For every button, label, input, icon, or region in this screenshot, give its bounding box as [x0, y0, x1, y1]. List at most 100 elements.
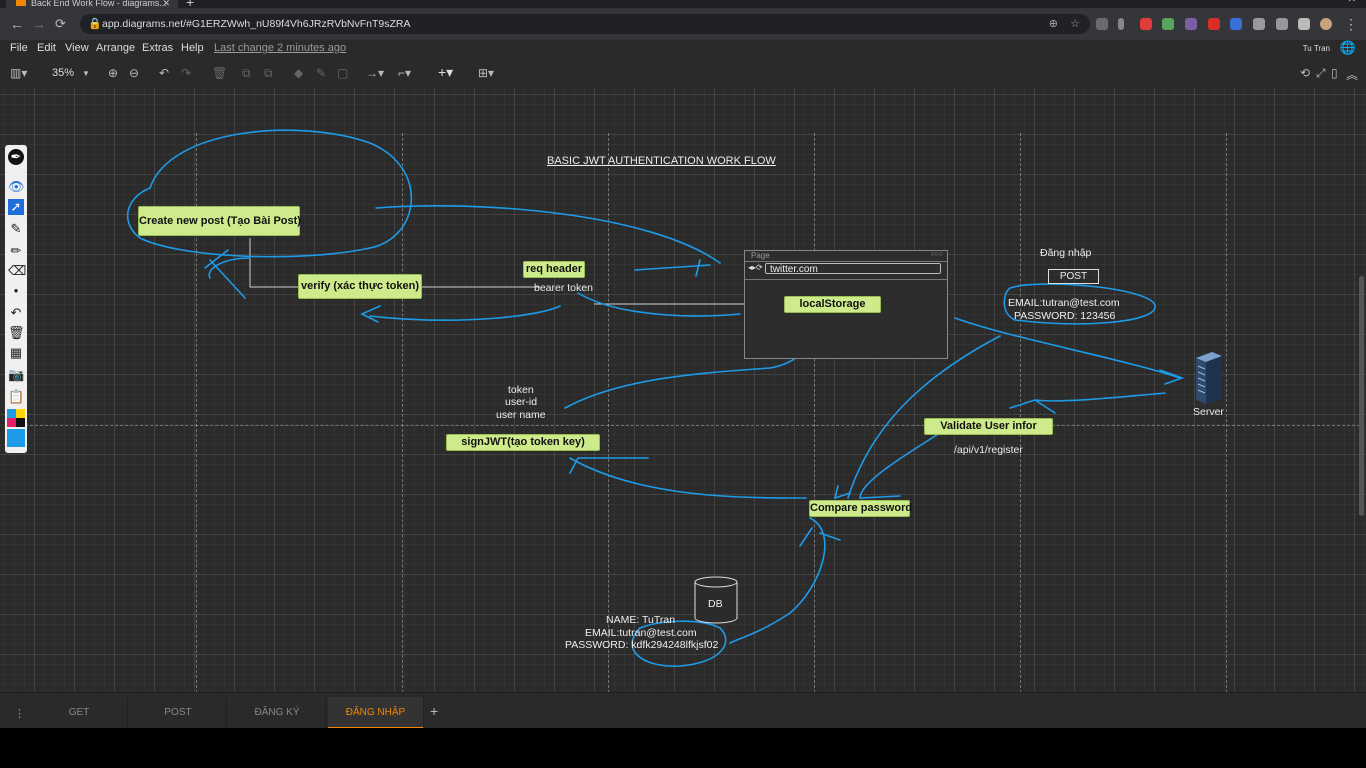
page-tab-dang-nhap[interactable]: ĐĂNG NHẬP — [328, 697, 424, 729]
browser-menu-icon[interactable]: ⋮ — [1344, 16, 1358, 33]
lock-icon: 🔒 — [88, 18, 102, 30]
install-icon[interactable]: ⊕ — [1049, 17, 1058, 30]
forward-icon[interactable]: → — [32, 16, 46, 32]
select-arrow-icon[interactable]: ➚ — [8, 199, 24, 215]
zoom-dropdown-icon[interactable]: ▼ — [82, 69, 90, 78]
page-tab-dang-ky[interactable]: ĐĂNG KÝ — [229, 697, 326, 729]
extension-icon[interactable] — [1140, 18, 1152, 30]
dot-icon[interactable]: ● — [8, 283, 24, 299]
new-tab-icon[interactable]: + — [186, 0, 194, 8]
waypoints-icon[interactable]: ⌐▾ — [398, 66, 411, 80]
eye-icon[interactable]: 👁 — [8, 179, 25, 195]
table-icon[interactable]: ⊞▾ — [478, 66, 494, 80]
divider — [745, 279, 947, 280]
pen-icon[interactable]: ✒ — [8, 149, 24, 165]
page-tab-get[interactable]: GET — [31, 697, 128, 729]
clipboard-icon[interactable]: 📋 — [8, 389, 24, 405]
window-controls[interactable]: — ✕ — [1332, 0, 1356, 5]
server-icon[interactable] — [1190, 352, 1224, 404]
compare-password-node[interactable]: Compare password — [809, 500, 912, 517]
bookmark-star-icon[interactable]: ☆ — [1070, 17, 1080, 30]
sign-jwt-node[interactable]: signJWT(tạo token key) — [446, 434, 600, 451]
collapse-icon[interactable]: ︽ — [1346, 66, 1358, 83]
zoom-out-icon[interactable]: ⊖ — [129, 66, 139, 80]
url-bar[interactable]: 🔒 app.diagrams.net/#G1ERZWwh_nU89f4Vh6JR… — [80, 14, 1090, 34]
to-front-icon[interactable]: ⧉ — [242, 66, 251, 81]
avatar[interactable] — [1320, 18, 1332, 30]
diagram-canvas[interactable]: BASIC JWT AUTHENTICATION WORK FLOW Creat… — [0, 88, 1366, 692]
url-text[interactable]: app.diagrams.net/#G1ERZWwh_nU89f4Vh6JRzR… — [102, 18, 411, 30]
trash-icon[interactable]: 🗑 — [8, 325, 25, 341]
line-color-icon[interactable]: ✎ — [316, 66, 326, 80]
post-method-box[interactable]: POST — [1048, 269, 1099, 284]
eraser-icon[interactable]: ⌫ — [8, 263, 26, 279]
browser-tab-bar: Back End Work Flow - diagrams... ✕ + — ✕ — [0, 0, 1366, 8]
color-swatch-yellow[interactable] — [16, 409, 25, 418]
extension-icon[interactable] — [1208, 18, 1220, 30]
undo-icon[interactable]: ↶ — [159, 66, 169, 80]
extension-icon[interactable] — [1118, 18, 1124, 30]
connection-icon[interactable]: →▾ — [366, 66, 384, 80]
req-header-node[interactable]: req header — [523, 261, 585, 278]
color-swatch-blue[interactable] — [7, 409, 16, 418]
extension-icon[interactable] — [1253, 18, 1265, 30]
redo-icon[interactable]: ↷ — [181, 66, 191, 80]
current-color-swatch[interactable] — [7, 429, 25, 447]
marker-icon[interactable]: ✎ — [8, 221, 24, 237]
vertical-scrollbar[interactable] — [1359, 276, 1364, 516]
color-swatch-pink[interactable] — [7, 418, 16, 427]
browser-tab[interactable]: Back End Work Flow - diagrams... ✕ — [6, 0, 178, 8]
format-panel-icon[interactable]: ▥▾ — [10, 66, 27, 80]
close-tab-icon[interactable]: ✕ — [162, 0, 170, 8]
db-password-label: PASSWORD: kdfk294248lfkjsf02 — [565, 639, 719, 651]
whiteboard-icon[interactable]: ▦ — [8, 345, 24, 361]
pencil-icon[interactable]: ✏ — [8, 243, 24, 259]
extension-icon[interactable] — [1162, 18, 1174, 30]
panel-icon[interactable]: ▯ — [1331, 66, 1338, 80]
menu-view[interactable]: View — [65, 42, 89, 54]
menu-file[interactable]: File — [10, 42, 28, 54]
tab-title: Back End Work Flow - diagrams... — [31, 0, 167, 8]
user-name[interactable]: Tu Tran — [1303, 44, 1330, 53]
add-page-icon[interactable]: + — [430, 703, 438, 719]
insert-icon[interactable]: +▾ — [438, 64, 453, 81]
extension-icon[interactable] — [1185, 18, 1197, 30]
email-label: EMAIL:tutran@test.com — [1008, 297, 1120, 309]
bearer-token-label: bearer token — [534, 282, 593, 294]
delete-icon[interactable]: 🗑 — [212, 66, 227, 80]
menu-edit[interactable]: Edit — [37, 42, 56, 54]
create-post-node[interactable]: Create new post (Tạo Bài Post) — [138, 206, 301, 236]
page-tab-post[interactable]: POST — [130, 697, 227, 729]
pages-menu-icon[interactable]: ⋮ — [14, 707, 25, 720]
color-swatch-black[interactable] — [16, 418, 25, 427]
back-icon[interactable]: ← — [10, 16, 24, 32]
diagram-title: BASIC JWT AUTHENTICATION WORK FLOW — [547, 155, 776, 167]
camera-icon[interactable] — [1276, 18, 1288, 30]
refresh-icon[interactable]: ⟲ — [1300, 66, 1310, 80]
camera-icon[interactable]: 📷 — [8, 367, 24, 383]
verify-node[interactable]: verify (xác thực token) — [298, 274, 422, 299]
menu-extras[interactable]: Extras — [142, 42, 173, 54]
menu-help[interactable]: Help — [181, 42, 204, 54]
drawing-palette: ✒ 👁 ➚ ✎ ✏ ⌫ ● ↶ 🗑 ▦ 📷 📋 — [5, 145, 27, 453]
zoom-level[interactable]: 35% — [52, 67, 74, 79]
drawio-favicon-icon — [16, 0, 26, 6]
fullscreen-icon[interactable]: ⤢ — [1316, 66, 1326, 81]
zoom-in-icon[interactable]: ⊕ — [108, 66, 118, 80]
puzzle-icon[interactable] — [1298, 18, 1310, 30]
extension-icon[interactable] — [1230, 18, 1242, 30]
last-change-link[interactable]: Last change 2 minutes ago — [214, 42, 346, 54]
menu-arrange[interactable]: Arrange — [96, 42, 135, 54]
shadow-icon[interactable]: ▢ — [337, 66, 348, 80]
fill-color-icon[interactable]: ◆ — [294, 66, 303, 80]
language-globe-icon[interactable]: 🌐 — [1340, 40, 1356, 56]
db-name-label: NAME: TuTran — [606, 614, 676, 626]
reload-icon[interactable]: ⟳ — [55, 16, 66, 32]
undo-icon[interactable]: ↶ — [8, 305, 24, 321]
to-back-icon[interactable]: ⧉ — [264, 66, 273, 81]
local-storage-node[interactable]: localStorage — [784, 296, 881, 313]
validate-user-node[interactable]: Validate User infor — [924, 418, 1053, 435]
window-buttons-icon: ○○○ — [930, 251, 943, 258]
extension-icon[interactable] — [1096, 18, 1108, 30]
db-label: DB — [708, 598, 723, 610]
